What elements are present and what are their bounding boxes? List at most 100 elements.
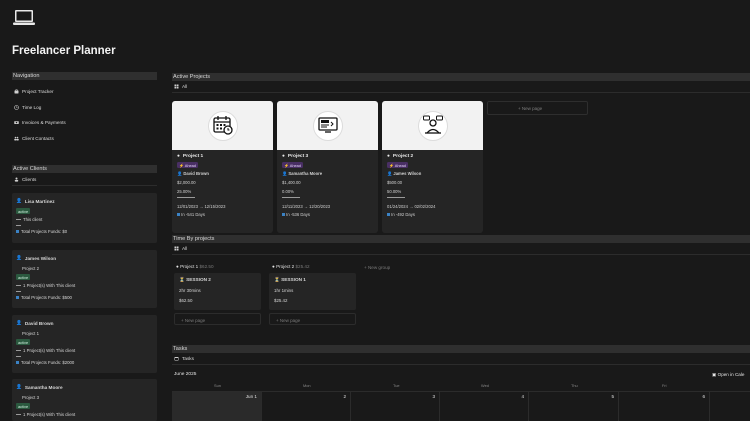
group-header[interactable]: ● Project 2 $25.42: [272, 264, 310, 269]
open-in-calendar-label: Open in Cale: [717, 372, 745, 377]
client-name: Lisa Martinez: [24, 198, 55, 204]
session-title: SESSION 2: [186, 277, 211, 282]
project-card[interactable]: ● Project 3 ⚡ Ahead 👤 Samantha Moore $1,4…: [277, 101, 378, 233]
status-badge: active: [16, 339, 31, 345]
person-icon: 👤: [16, 384, 22, 389]
project-amount: $500.00: [387, 180, 403, 186]
nav-item-time-log[interactable]: Time Log: [12, 100, 157, 116]
project-percent: 25.00%: [177, 188, 192, 194]
page-icon: ●: [177, 154, 180, 159]
project-client[interactable]: 👤 Samantha Moore: [282, 171, 373, 177]
new-page-label: New page: [279, 317, 301, 323]
project-dates: 12/01/2023 → 12/15/2023: [177, 203, 226, 209]
calendar-day-cell[interactable]: 2: [262, 391, 351, 421]
tasks-view-tab[interactable]: Tasks: [172, 353, 750, 364]
calendar-day-cell[interactable]: [710, 391, 750, 421]
client-card[interactable]: 👤 Lisa Martinez active This client Total …: [12, 193, 157, 243]
project-cover: [382, 101, 483, 150]
project-dates: 12/11/2023 → 12/20/2023: [282, 203, 331, 209]
project-percent: 0.00%: [282, 188, 294, 194]
info-icon: [16, 296, 19, 299]
chat-person-icon: [422, 114, 444, 138]
new-page-button[interactable]: + New page: [269, 313, 356, 325]
group-name: Project 1: [180, 264, 199, 269]
calendar-day-cell[interactable]: 6: [619, 391, 710, 421]
hourglass-icon: ⏳: [179, 277, 185, 282]
project-days: In -541 Days: [177, 212, 268, 217]
open-in-calendar-button[interactable]: ▣ Open in Cale: [712, 372, 744, 378]
divider: [172, 364, 750, 365]
client-card[interactable]: 👤 Samantha Moore Project 3 active 1 Proje…: [12, 379, 157, 421]
time-by-projects-section: Time By projects All: [172, 235, 750, 255]
new-page-button[interactable]: + New page: [487, 101, 588, 115]
nav-item-invoices[interactable]: Invoices & Payments: [12, 115, 157, 131]
status-tag: ⚡ Ahead: [177, 162, 198, 169]
group-header[interactable]: ● Project 1 $62.50: [176, 264, 214, 269]
new-page-button[interactable]: + New page: [174, 313, 261, 325]
client-projects-count: 1 Project(s) With This client: [23, 283, 76, 288]
client-project[interactable]: Project 2: [16, 266, 153, 271]
info-icon: [16, 230, 19, 233]
day-number: 3: [432, 394, 435, 399]
divider: [172, 254, 750, 255]
weekday-label: Tue: [393, 383, 400, 388]
calendar-day-cell[interactable]: 4: [440, 391, 529, 421]
active-projects-section: Active Projects All: [172, 73, 750, 93]
calendar-day-cell[interactable]: 3: [351, 391, 440, 421]
client-card[interactable]: 👤 James Wilson Project 2 active 1 Project…: [12, 250, 157, 308]
client-project[interactable]: Project 3: [16, 395, 153, 400]
session-card[interactable]: ⏳ SESSION 2 2hr 30mins $62.50: [174, 273, 261, 310]
project-card[interactable]: ● Project 1 ⚡ Ahead 👤 David Brown $2,000.…: [172, 101, 273, 233]
active-clients-section: Active Clients Clients: [12, 165, 157, 186]
group-total: $25.42: [295, 264, 310, 269]
nav-item-client-contacts[interactable]: Client Contacts: [12, 131, 157, 147]
project-card[interactable]: ● Project 2 ⚡ Ahead 👤 James Wilson $500.0…: [382, 101, 483, 233]
code-screen-icon: [317, 114, 339, 138]
navigation-header: Navigation: [12, 72, 157, 80]
nav-item-label: Time Log: [22, 104, 42, 110]
client-projects-count: This client: [23, 217, 43, 222]
info-icon: [16, 361, 19, 364]
session-amount: $25.42: [274, 298, 288, 303]
laptop-icon: [12, 8, 36, 28]
new-group-label: New group: [367, 265, 391, 270]
status-badge: active: [16, 208, 31, 214]
client-card[interactable]: 👤 David Brown Project 1 active 1 Project(…: [12, 315, 157, 373]
day-number: 2: [343, 394, 346, 399]
active-projects-header: Active Projects: [172, 73, 750, 81]
tasks-section: Tasks Tasks: [172, 345, 750, 365]
time-view-tab[interactable]: All: [172, 243, 750, 254]
progress-bar: [177, 196, 195, 198]
session-amount: $62.50: [179, 298, 193, 303]
new-group-button[interactable]: + New group: [364, 265, 390, 270]
clients-view-tab[interactable]: Clients: [12, 173, 157, 185]
dash-marker: [16, 291, 21, 292]
session-card[interactable]: ⏳ SESSION 1 1hr 1mins $25.42: [269, 273, 356, 310]
project-client[interactable]: 👤 David Brown: [177, 171, 268, 177]
person-icon: 👤: [16, 255, 22, 260]
client-funds: Total Projects Funds: $500: [21, 295, 72, 300]
plus-icon: +: [181, 317, 184, 323]
page-title: Freelancer Planner: [12, 45, 116, 57]
calendar-day-cell[interactable]: 5: [529, 391, 619, 421]
client-project[interactable]: Project 1: [16, 331, 153, 336]
day-number: 6: [702, 394, 705, 399]
project-client[interactable]: 👤 James Wilson: [387, 171, 478, 177]
tasks-view-label: Tasks: [182, 356, 194, 361]
clients-view-label: Clients: [22, 176, 37, 182]
project-days: In -536 Days: [282, 212, 373, 217]
calendar-day-cell[interactable]: Jun 1: [172, 391, 262, 421]
calendar-month: June 2025: [174, 372, 197, 377]
dash-marker: [16, 356, 21, 357]
active-projects-view-tab[interactable]: All: [172, 81, 750, 92]
time-by-projects-header: Time By projects: [172, 235, 750, 243]
client-name: Samantha Moore: [24, 384, 63, 390]
nav-item-project-tracker[interactable]: Project Tracker: [12, 84, 157, 100]
session-title: SESSION 1: [281, 277, 306, 282]
status-badge: active: [16, 403, 31, 409]
page-icon: ●: [272, 264, 275, 269]
group-total: $62.50: [199, 264, 214, 269]
client-name: David Brown: [24, 320, 54, 326]
plus-icon: +: [364, 265, 367, 270]
weekday-label: Fri: [662, 383, 667, 388]
